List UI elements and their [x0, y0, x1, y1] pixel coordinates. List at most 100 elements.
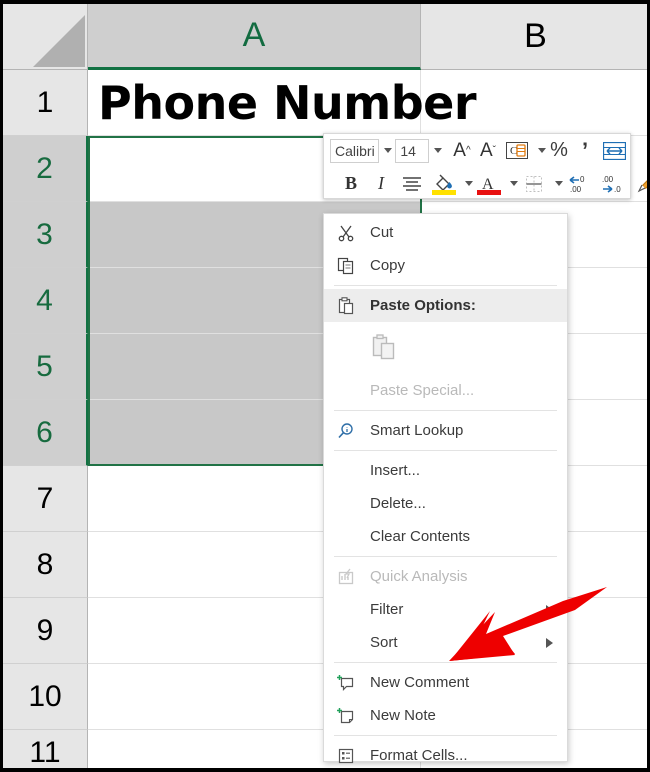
- row-header-7[interactable]: 7: [3, 466, 88, 532]
- italic-icon[interactable]: I: [367, 170, 395, 198]
- select-all-corner[interactable]: [3, 4, 88, 70]
- font-size-dropdown-icon[interactable]: [434, 148, 442, 153]
- fill-color-swatch: [432, 189, 456, 195]
- menu-separator-1: [334, 285, 557, 286]
- excel-worksheet-window: A B 1 2 3 4 5 6 7 8 9 10 11 Phone Number…: [0, 0, 650, 772]
- row-header-5[interactable]: 5: [3, 334, 88, 400]
- menu-item-paste-special: Paste Special...: [324, 374, 567, 407]
- accounting-format-dropdown-icon[interactable]: [538, 148, 546, 153]
- svg-text:.00: .00: [602, 175, 614, 184]
- row-header-10[interactable]: 10: [3, 664, 88, 730]
- increase-decimal-icon[interactable]: .00 .0: [598, 170, 630, 198]
- menu-item-quick-analysis: Quick Analysis: [324, 560, 567, 593]
- row-header-11[interactable]: 11: [3, 730, 88, 769]
- sort-submenu-arrow-icon: [546, 637, 553, 648]
- row-header-8-label: 8: [36, 547, 54, 581]
- column-header-a[interactable]: A: [88, 4, 421, 70]
- font-name-dropdown-icon[interactable]: [384, 148, 393, 153]
- menu-item-paste-options: Paste Options:: [324, 289, 567, 322]
- font-size-value: 14: [400, 142, 416, 159]
- menu-separator-4: [334, 556, 557, 557]
- menu-item-clear-contents[interactable]: Clear Contents: [324, 520, 567, 553]
- menu-item-copy[interactable]: Copy: [324, 249, 567, 282]
- row-header-6-label: 6: [36, 415, 53, 449]
- menu-separator-5: [334, 662, 557, 663]
- menu-item-paste-special-label: Paste Special...: [370, 382, 475, 399]
- copy-icon: [334, 254, 358, 278]
- menu-item-insert-label: Insert...: [370, 462, 421, 479]
- merge-and-center-icon[interactable]: [599, 137, 629, 165]
- percent-style-icon[interactable]: %: [547, 137, 571, 165]
- row-header-1-label: 1: [36, 85, 54, 119]
- menu-separator-6: [334, 735, 557, 736]
- fill-color-dropdown-icon[interactable]: [465, 181, 473, 186]
- menu-item-delete[interactable]: Delete...: [324, 487, 567, 520]
- column-header-b[interactable]: B: [421, 4, 647, 70]
- menu-item-quick-analysis-label: Quick Analysis: [370, 568, 468, 585]
- borders-dropdown-icon[interactable]: [555, 181, 563, 186]
- row-header-9[interactable]: 9: [3, 598, 88, 664]
- svg-text:.0: .0: [614, 185, 621, 194]
- cell-context-menu: Cut Copy Paste Options: Paste Special...…: [323, 213, 568, 764]
- font-color-swatch: [477, 189, 501, 195]
- row-header-4[interactable]: 4: [3, 268, 88, 334]
- menu-item-format-cells[interactable]: Format Cells...: [324, 739, 567, 768]
- svg-text:C: C: [510, 145, 517, 157]
- bold-icon[interactable]: B: [337, 170, 365, 198]
- row-header-4-label: 4: [36, 283, 53, 317]
- menu-item-new-note-label: New Note: [370, 707, 436, 724]
- menu-item-copy-label: Copy: [370, 257, 406, 274]
- svg-text:0: 0: [580, 175, 585, 184]
- paste-options-row: [324, 322, 567, 374]
- row-header-6[interactable]: 6: [3, 400, 88, 466]
- align-center-icon[interactable]: [397, 170, 427, 198]
- row-header-2[interactable]: 2: [3, 136, 88, 202]
- scissors-icon: [334, 221, 358, 245]
- fill-color-icon[interactable]: [429, 170, 459, 198]
- format-cells-icon: [334, 744, 358, 768]
- menu-item-smart-lookup[interactable]: Smart Lookup: [324, 414, 567, 447]
- increase-font-size-icon[interactable]: A ^: [450, 137, 474, 165]
- quick-analysis-icon: [334, 565, 358, 589]
- font-color-icon[interactable]: A: [474, 170, 504, 198]
- menu-item-cut-label: Cut: [370, 224, 394, 241]
- new-comment-icon: [334, 671, 358, 695]
- menu-separator-2: [334, 410, 557, 411]
- menu-item-filter-label: Filter: [370, 601, 404, 618]
- row-header-2-label: 2: [36, 151, 53, 185]
- menu-item-format-cells-label: Format Cells...: [370, 747, 468, 764]
- row-header-8[interactable]: 8: [3, 532, 88, 598]
- row-header-11-label: 11: [29, 735, 61, 769]
- filter-submenu-arrow-icon: [546, 604, 553, 615]
- select-all-triangle-icon: [33, 15, 85, 67]
- menu-item-new-comment-label: New Comment: [370, 674, 470, 691]
- format-painter-icon[interactable]: [632, 170, 647, 198]
- font-name-value: Calibri: [335, 142, 375, 159]
- menu-item-insert[interactable]: Insert...: [324, 454, 567, 487]
- decrease-font-size-icon[interactable]: Aˇ: [476, 137, 500, 165]
- svg-text:.00: .00: [570, 185, 582, 194]
- row-header-7-label: 7: [36, 481, 54, 515]
- accounting-number-format-icon[interactable]: C: [502, 137, 532, 165]
- comma-style-icon[interactable]: ’: [573, 137, 597, 165]
- menu-item-sort-label: Sort: [370, 634, 398, 651]
- menu-item-new-note[interactable]: New Note: [324, 699, 567, 732]
- menu-item-new-comment[interactable]: New Comment: [324, 666, 567, 699]
- paste-keep-source-formatting-icon[interactable]: [370, 332, 400, 364]
- menu-item-clear-contents-label: Clear Contents: [370, 528, 471, 545]
- decrease-decimal-icon[interactable]: 0 .00: [564, 170, 596, 198]
- new-note-icon: [334, 704, 358, 728]
- menu-item-cut[interactable]: Cut: [324, 216, 567, 249]
- menu-item-delete-label: Delete...: [370, 495, 426, 512]
- font-size-input[interactable]: 14: [395, 138, 429, 163]
- font-name-input[interactable]: Calibri: [330, 138, 380, 163]
- menu-item-filter[interactable]: Filter: [324, 593, 567, 626]
- menu-item-sort[interactable]: Sort: [324, 626, 567, 659]
- column-header-b-label: B: [524, 17, 547, 55]
- borders-icon[interactable]: [519, 170, 549, 198]
- row-header-10-label: 10: [28, 679, 62, 713]
- row-header-1[interactable]: 1: [3, 70, 88, 136]
- row-header-9-label: 9: [36, 613, 54, 647]
- font-color-dropdown-icon[interactable]: [510, 181, 518, 186]
- row-header-3[interactable]: 3: [3, 202, 88, 268]
